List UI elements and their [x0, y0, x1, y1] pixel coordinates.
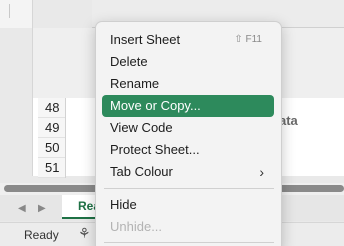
- row-header-49[interactable]: 49: [38, 118, 65, 138]
- menu-item-label: Delete: [110, 54, 148, 69]
- menu-item-label: Hide: [110, 197, 137, 212]
- menu-item-label: Insert Sheet: [110, 32, 181, 47]
- menu-item-move-or-copy[interactable]: Move or Copy...: [102, 95, 274, 117]
- menu-item-view-code[interactable]: View Code: [102, 117, 274, 139]
- excel-window: 48 49 50 51 ata ◀ ▶ Rea Ready ⚘ Insert S…: [0, 0, 344, 246]
- menu-item-label: Move or Copy...: [110, 98, 201, 113]
- menu-item-label: Rename: [110, 76, 160, 91]
- row-header-50[interactable]: 50: [38, 138, 65, 158]
- accessibility-icon[interactable]: ⚘: [78, 225, 91, 242]
- menu-item-delete[interactable]: Delete: [102, 51, 274, 73]
- context-menu: Insert Sheet ⇧ F11 Delete Rename Move or…: [95, 21, 282, 246]
- menu-item-tab-colour[interactable]: Tab Colour ›: [102, 161, 274, 183]
- menu-separator: [104, 242, 274, 243]
- menu-item-label: Protect Sheet...: [110, 142, 200, 157]
- column-header-fragment: [0, 0, 32, 28]
- row-header-48[interactable]: 48: [38, 98, 65, 118]
- menu-item-label: Tab Colour: [110, 164, 173, 179]
- chevron-right-icon: ›: [259, 164, 264, 180]
- triangle-right-icon[interactable]: ▶: [38, 203, 46, 214]
- menu-item-protect-sheet[interactable]: Protect Sheet...: [102, 139, 274, 161]
- menu-item-hide[interactable]: Hide: [102, 194, 274, 216]
- triangle-left-icon[interactable]: ◀: [18, 203, 26, 214]
- status-ready-label: Ready: [24, 228, 59, 242]
- menu-item-label: View Code: [110, 120, 173, 135]
- shortcut-label: ⇧ F11: [234, 34, 262, 45]
- menu-item-insert-sheet[interactable]: Insert Sheet ⇧ F11: [102, 29, 274, 51]
- row-header-51[interactable]: 51: [38, 158, 65, 178]
- menu-item-label: Unhide...: [110, 219, 163, 234]
- row-header-divider: [65, 98, 66, 178]
- menu-separator: [104, 188, 274, 189]
- menu-item-unhide: Unhide...: [102, 216, 274, 238]
- menu-item-rename[interactable]: Rename: [102, 73, 274, 95]
- row-headers: 48 49 50 51: [38, 98, 65, 178]
- horizontal-scroll-thumb[interactable]: [4, 185, 100, 192]
